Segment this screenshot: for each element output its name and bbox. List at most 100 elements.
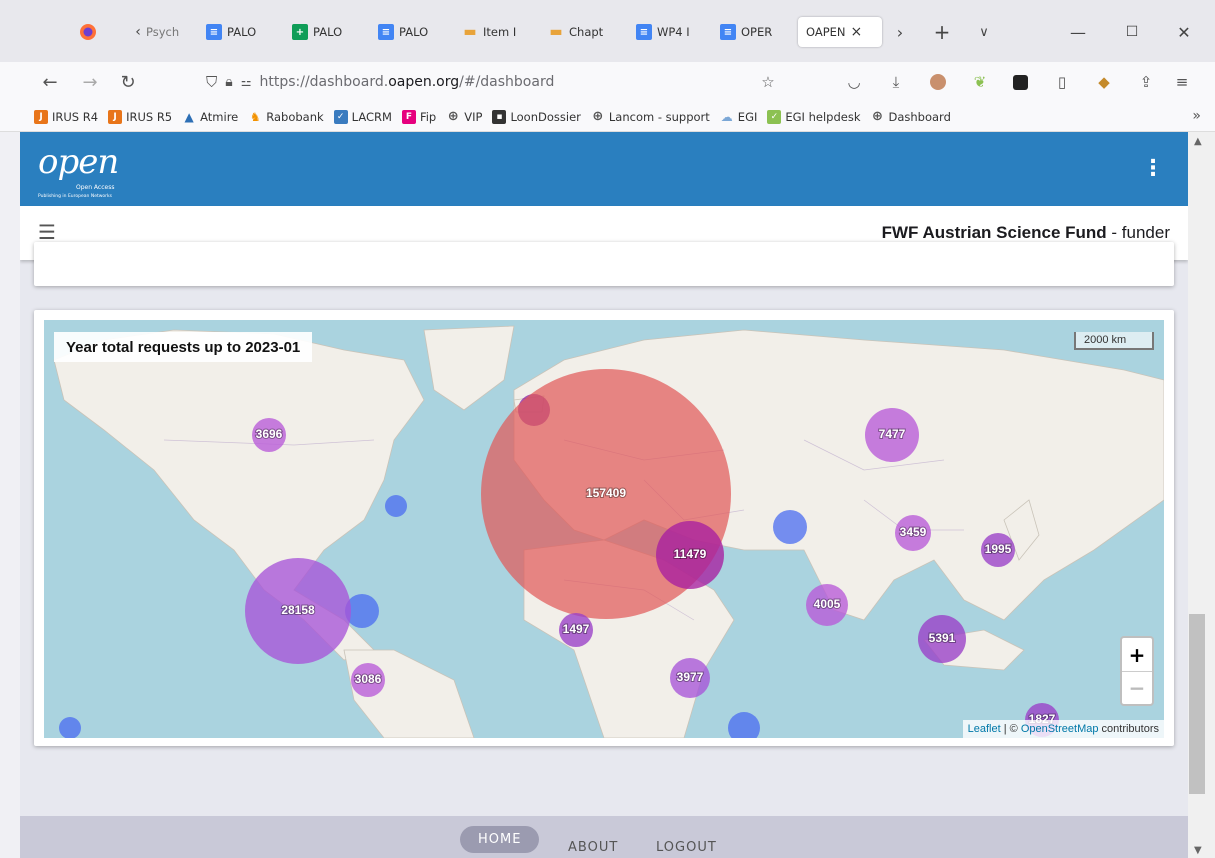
tab-scroll-right-icon[interactable]: › bbox=[886, 17, 914, 47]
url-domain: oapen.org bbox=[388, 74, 460, 90]
map-bubble-label: 5391 bbox=[929, 631, 956, 645]
tab-palo-3[interactable]: ≡ PALO bbox=[378, 17, 444, 47]
lock-icon[interactable]: 🔒︎ bbox=[225, 74, 232, 90]
map-marker[interactable] bbox=[728, 712, 760, 738]
profile-avatar[interactable] bbox=[928, 72, 948, 92]
irus-icon: J bbox=[34, 109, 48, 124]
bookmark-lancom[interactable]: ⊕ Lancom - support bbox=[591, 109, 709, 124]
new-tab-icon[interactable]: + bbox=[928, 17, 956, 47]
navigation-bar: ← → ↻ ⛉ 🔒︎ ⚍ https://dashboard.oapen.org… bbox=[0, 62, 1215, 102]
tab-psych[interactable]: Psych bbox=[146, 17, 188, 47]
tab-oper[interactable]: ≡ OPER bbox=[720, 17, 786, 47]
url-bar[interactable]: ⛉ 🔒︎ ⚍ https://dashboard.oapen.org/#/das… bbox=[196, 66, 796, 98]
oapen-logo[interactable]: open Open Access Publishing in European … bbox=[38, 142, 119, 199]
hamburger-menu-icon[interactable]: ☰ bbox=[38, 220, 56, 244]
extension-lock-icon[interactable] bbox=[1010, 72, 1030, 92]
bookmark-label: Fip bbox=[419, 109, 437, 124]
share-icon[interactable]: ⇪ bbox=[1136, 72, 1156, 92]
dash-icon: ▬ bbox=[463, 24, 477, 40]
zoom-out-button[interactable]: − bbox=[1122, 671, 1152, 704]
tab-label: OPER bbox=[741, 25, 773, 39]
url-suffix: /#/dashboard bbox=[459, 74, 555, 90]
logo-subtitle: Open Access bbox=[76, 184, 115, 191]
bookmark-label: Rabobank bbox=[266, 109, 324, 124]
back-icon[interactable]: ← bbox=[36, 68, 64, 96]
permissions-icon[interactable]: ⚍ bbox=[241, 75, 252, 89]
close-tab-icon[interactable]: × bbox=[851, 24, 863, 40]
shield-icon[interactable]: ⛉ bbox=[206, 73, 217, 91]
bookmark-loondossier[interactable]: ▪ LoonDossier bbox=[492, 109, 581, 124]
reader-icon[interactable]: ▯ bbox=[1052, 72, 1072, 92]
bookmark-label: EGI bbox=[737, 109, 758, 124]
scroll-up-icon[interactable]: ▲ bbox=[1194, 136, 1202, 147]
map-bubble-label: 3696 bbox=[256, 427, 283, 441]
menu-icon[interactable]: ≡ bbox=[1172, 72, 1192, 92]
list-tabs-icon[interactable]: ∨ bbox=[970, 17, 998, 47]
page-scrollbar[interactable]: ▲ ▼ bbox=[1188, 132, 1215, 858]
cloud-icon: ☁ bbox=[720, 109, 733, 124]
tab-chapter[interactable]: ▬ Chapt bbox=[548, 17, 618, 47]
nav-logout[interactable]: LOGOUT bbox=[656, 840, 717, 855]
tab-wp4[interactable]: ≡ WP4 I bbox=[636, 17, 702, 47]
logo-tagline: Publishing in European Networks bbox=[38, 194, 112, 199]
tab-oapen-active[interactable]: OAPEN × bbox=[798, 17, 882, 47]
requests-map[interactable]: 157409 28158 11479 7477 5391 4005 3977 3696 3459… bbox=[44, 320, 1164, 738]
extension-leaf-icon[interactable]: ❦ bbox=[970, 72, 990, 92]
bookmark-atmire[interactable]: ▲ Atmire bbox=[182, 110, 239, 124]
zoom-in-button[interactable]: + bbox=[1122, 638, 1152, 671]
bookmark-star-icon[interactable]: ☆ bbox=[758, 72, 778, 92]
tab-palo-2[interactable]: + PALO bbox=[292, 17, 358, 47]
maximize-icon[interactable]: ☐ bbox=[1118, 17, 1146, 47]
tab-label: Chapt bbox=[569, 25, 604, 39]
organisation-role: - funder bbox=[1106, 223, 1170, 242]
forward-icon[interactable]: → bbox=[76, 68, 104, 96]
bookmark-vip[interactable]: ⊕ VIP bbox=[446, 109, 483, 124]
globe-icon: ⊕ bbox=[447, 109, 459, 124]
scroll-thumb[interactable] bbox=[1189, 614, 1205, 794]
fip-icon: F bbox=[401, 109, 416, 124]
bookmarks-overflow-icon[interactable]: » bbox=[1192, 108, 1201, 124]
firefox-icon[interactable] bbox=[74, 17, 102, 47]
nav-home[interactable]: HOME bbox=[460, 826, 540, 853]
tab-label: PALO bbox=[227, 25, 257, 39]
map-attribution: Leaflet | © OpenStreetMap contributors bbox=[962, 720, 1164, 738]
bookmarks-bar: J IRUS R4 J IRUS R5 ▲ Atmire ♞ Rabobank ✓ LAC… bbox=[0, 102, 1215, 132]
doc-icon: ≡ bbox=[206, 24, 222, 40]
bookmark-label: IRUS R4 bbox=[52, 109, 99, 124]
bookmark-egi-helpdesk[interactable]: ✓ EGI helpdesk bbox=[767, 109, 861, 124]
bookmark-label: Dashboard bbox=[888, 109, 951, 124]
bookmark-rabobank[interactable]: ♞ Rabobank bbox=[248, 109, 324, 124]
bookmark-label: LACRM bbox=[351, 109, 392, 124]
app-header: open Open Access Publishing in European … bbox=[20, 132, 1188, 206]
rabobank-icon: ♞ bbox=[249, 109, 261, 124]
osm-link[interactable]: OpenStreetMap bbox=[1021, 723, 1099, 735]
bookmark-egi[interactable]: ☁ EGI bbox=[720, 110, 758, 124]
bookmark-fip[interactable]: F Fip bbox=[401, 109, 437, 124]
globe-icon: ⊕ bbox=[592, 109, 604, 124]
bookmark-lacrm[interactable]: ✓ LACRM bbox=[333, 109, 392, 124]
map-bubble-label: 7477 bbox=[879, 427, 906, 441]
scroll-down-icon[interactable]: ▼ bbox=[1194, 845, 1202, 856]
map-marker[interactable] bbox=[59, 717, 81, 738]
map-marker[interactable] bbox=[773, 510, 807, 544]
bookmark-label: EGI helpdesk bbox=[785, 109, 861, 124]
bookmark-irus-r4[interactable]: J IRUS R4 bbox=[34, 109, 99, 124]
tab-item[interactable]: ▬ Item I bbox=[462, 17, 532, 47]
more-options-icon[interactable]: ⋮ bbox=[1142, 156, 1164, 181]
map-marker[interactable] bbox=[385, 495, 407, 517]
pocket-icon[interactable]: ◡ bbox=[844, 72, 864, 92]
map-scale: 2000 km bbox=[1074, 332, 1154, 350]
extension-arrow-icon[interactable]: ◆ bbox=[1094, 72, 1114, 92]
tab-palo-1[interactable]: ≡ PALO bbox=[206, 17, 272, 47]
reload-icon[interactable]: ↻ bbox=[114, 68, 142, 96]
tab-label: Item I bbox=[483, 25, 517, 39]
nav-about[interactable]: ABOUT bbox=[568, 840, 618, 855]
downloads-icon[interactable]: ⤓ bbox=[886, 72, 906, 92]
bookmark-irus-r5[interactable]: J IRUS R5 bbox=[108, 109, 172, 124]
minimize-icon[interactable]: — bbox=[1064, 17, 1092, 47]
attribution-separator: | © bbox=[1000, 723, 1021, 735]
bookmark-label: VIP bbox=[464, 109, 483, 124]
leaflet-link[interactable]: Leaflet bbox=[968, 723, 1001, 735]
close-window-icon[interactable]: ✕ bbox=[1170, 17, 1198, 47]
bookmark-dashboard[interactable]: ⊕ Dashboard bbox=[870, 109, 951, 124]
